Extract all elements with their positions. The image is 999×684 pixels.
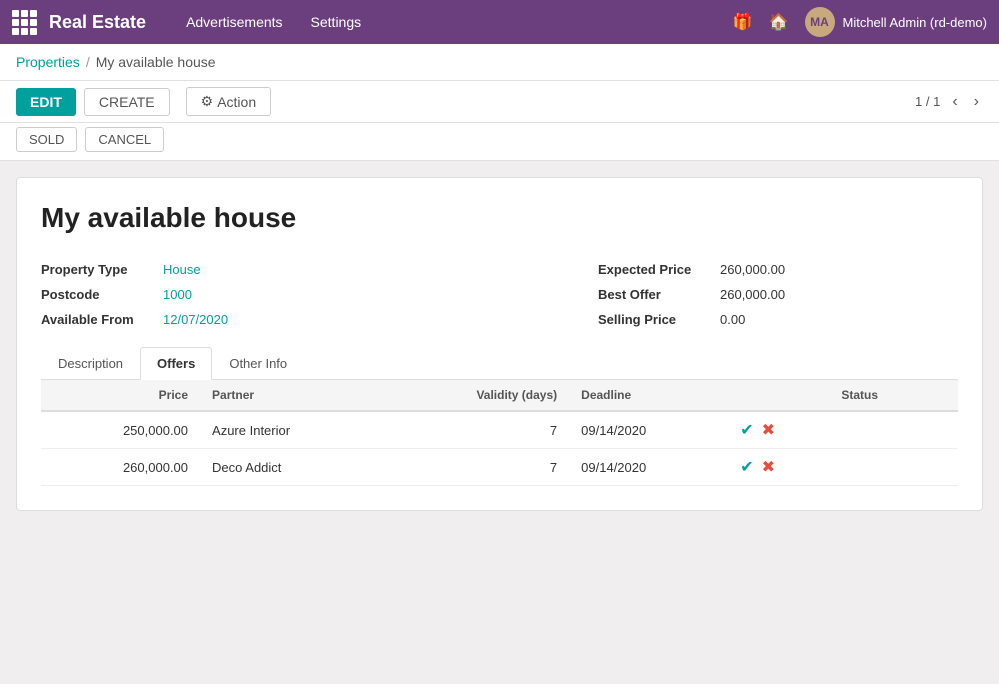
tab-description[interactable]: Description xyxy=(41,347,140,379)
breadcrumb-parent[interactable]: Properties xyxy=(16,54,80,70)
col-status: Status xyxy=(728,380,958,411)
property-title: My available house xyxy=(41,202,958,234)
pagination-info: 1 / 1 xyxy=(915,94,940,109)
reject-icon[interactable]: ✖ xyxy=(762,457,775,477)
col-validity: Validity (days) xyxy=(382,380,569,411)
action-bar: EDIT CREATE ⚙ Action 1 / 1 ‹ › xyxy=(0,81,999,123)
app-title: Real Estate xyxy=(49,12,146,33)
fields-right: Expected Price 260,000.00 Best Offer 260… xyxy=(598,262,958,327)
row-status: ✔ ✖ xyxy=(728,449,958,486)
row-price: 260,000.00 xyxy=(41,449,200,486)
table-row: 260,000.00 Deco Addict 7 09/14/2020 ✔ ✖ xyxy=(41,449,958,486)
main-content: My available house Property Type House P… xyxy=(0,161,999,527)
create-button[interactable]: CREATE xyxy=(84,88,170,116)
user-menu[interactable]: MA Mitchell Admin (rd-demo) xyxy=(805,7,988,37)
breadcrumb-current: My available house xyxy=(96,54,216,70)
row-deadline: 09/14/2020 xyxy=(569,449,728,486)
property-form: My available house Property Type House P… xyxy=(16,177,983,511)
secondary-action-bar: SOLD CANCEL xyxy=(0,123,999,161)
postcode-field: Postcode 1000 xyxy=(41,287,228,302)
breadcrumb-separator: / xyxy=(86,54,90,70)
prev-page-button[interactable]: ‹ xyxy=(948,91,961,113)
grid-menu-icon[interactable] xyxy=(12,10,37,35)
home-icon[interactable]: 🏠 xyxy=(769,12,789,32)
navbar: Real Estate Advertisements Settings 🎁 🏠 … xyxy=(0,0,999,44)
cancel-button[interactable]: CANCEL xyxy=(85,127,164,152)
row-partner: Deco Addict xyxy=(200,449,382,486)
fields-left: Property Type House Postcode 1000 Availa… xyxy=(41,262,228,327)
next-page-button[interactable]: › xyxy=(970,91,983,113)
expected-price-field: Expected Price 260,000.00 xyxy=(598,262,958,277)
accept-icon[interactable]: ✔ xyxy=(740,457,753,477)
selling-price-field: Selling Price 0.00 xyxy=(598,312,958,327)
postcode-label: Postcode xyxy=(41,287,151,302)
property-fields: Property Type House Postcode 1000 Availa… xyxy=(41,262,958,327)
row-partner: Azure Interior xyxy=(200,411,382,449)
avatar: MA xyxy=(805,7,835,37)
selling-price-label: Selling Price xyxy=(598,312,708,327)
tabs-bar: Description Offers Other Info xyxy=(41,347,958,380)
property-type-field: Property Type House xyxy=(41,262,228,277)
accept-icon[interactable]: ✔ xyxy=(740,420,753,440)
best-offer-label: Best Offer xyxy=(598,287,708,302)
nav-advertisements[interactable]: Advertisements xyxy=(186,14,282,30)
offers-table: Price Partner Validity (days) Deadline S… xyxy=(41,380,958,486)
expected-price-label: Expected Price xyxy=(598,262,708,277)
reject-icon[interactable]: ✖ xyxy=(762,420,775,440)
col-deadline: Deadline xyxy=(569,380,728,411)
property-type-value: House xyxy=(163,262,201,277)
breadcrumb: Properties / My available house xyxy=(0,44,999,81)
table-row: 250,000.00 Azure Interior 7 09/14/2020 ✔… xyxy=(41,411,958,449)
gear-icon: ⚙ xyxy=(201,93,214,110)
pagination-controls: 1 / 1 ‹ › xyxy=(915,91,983,113)
col-price: Price xyxy=(41,380,200,411)
sold-button[interactable]: SOLD xyxy=(16,127,77,152)
available-from-field: Available From 12/07/2020 xyxy=(41,312,228,327)
property-type-label: Property Type xyxy=(41,262,151,277)
nav-settings[interactable]: Settings xyxy=(311,14,362,30)
edit-button[interactable]: EDIT xyxy=(16,88,76,116)
row-validity: 7 xyxy=(382,449,569,486)
best-offer-value: 260,000.00 xyxy=(720,287,785,302)
row-validity: 7 xyxy=(382,411,569,449)
nav-links: Advertisements Settings xyxy=(186,14,733,30)
table-header-row: Price Partner Validity (days) Deadline S… xyxy=(41,380,958,411)
tab-offers[interactable]: Offers xyxy=(140,347,212,380)
action-button[interactable]: ⚙ Action xyxy=(186,87,271,116)
postcode-value: 1000 xyxy=(163,287,192,302)
col-partner: Partner xyxy=(200,380,382,411)
available-from-label: Available From xyxy=(41,312,151,327)
gift-icon[interactable]: 🎁 xyxy=(733,12,753,32)
tab-other-info[interactable]: Other Info xyxy=(212,347,304,379)
expected-price-value: 260,000.00 xyxy=(720,262,785,277)
navbar-right: 🎁 🏠 MA Mitchell Admin (rd-demo) xyxy=(733,7,987,37)
row-price: 250,000.00 xyxy=(41,411,200,449)
row-deadline: 09/14/2020 xyxy=(569,411,728,449)
username: Mitchell Admin (rd-demo) xyxy=(843,15,988,30)
available-from-value: 12/07/2020 xyxy=(163,312,228,327)
selling-price-value: 0.00 xyxy=(720,312,745,327)
row-status: ✔ ✖ xyxy=(728,411,958,449)
best-offer-field: Best Offer 260,000.00 xyxy=(598,287,958,302)
